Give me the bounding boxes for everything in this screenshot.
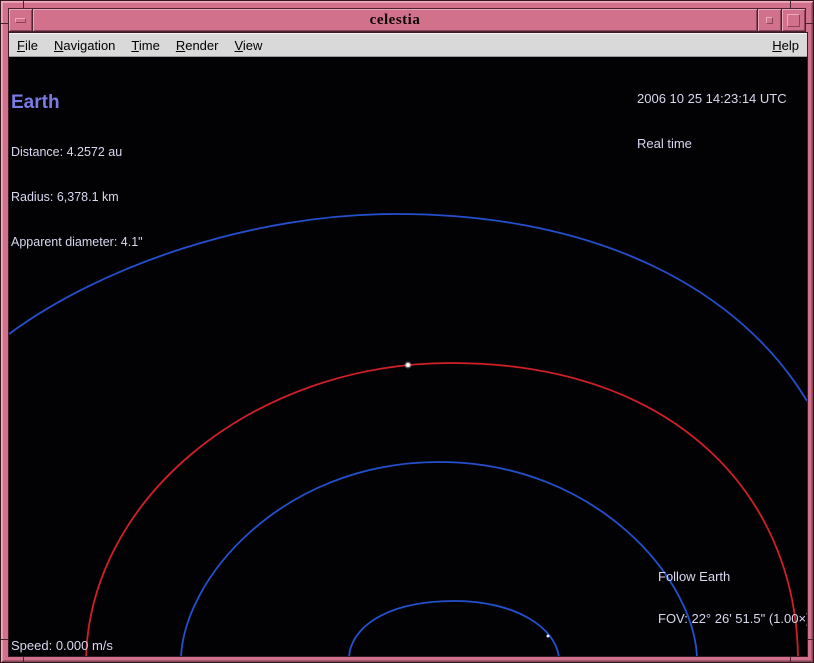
selection-name: Earth [11, 92, 143, 113]
minimize-icon [766, 17, 773, 24]
mercury-orbit [349, 601, 559, 656]
maximize-button[interactable] [782, 9, 805, 31]
menu-render[interactable]: Render [176, 38, 219, 53]
selection-apparent-diameter: Apparent diameter: 4.1" [11, 235, 143, 250]
follow-mode: Follow Earth [658, 570, 807, 584]
inner-planet-marker[interactable] [547, 635, 550, 638]
window-menu-icon [15, 18, 26, 23]
resize-corner-left-top[interactable] [1, 23, 8, 24]
space-viewport[interactable]: Earth Distance: 4.2572 au Radius: 6,378.… [9, 57, 807, 656]
menu-help[interactable]: Help [772, 38, 799, 53]
resize-corner-right-bottom[interactable] [806, 639, 813, 640]
resize-corner-bottom-left[interactable] [23, 655, 24, 662]
selection-radius: Radius: 6,378.1 km [11, 190, 143, 205]
resize-corner-right-top[interactable] [806, 23, 813, 24]
minimize-button[interactable] [758, 9, 781, 31]
resize-corner-left-bottom[interactable] [1, 639, 8, 640]
selection-info: Earth Distance: 4.2572 au Radius: 6,378.… [11, 62, 143, 280]
maximize-icon [787, 14, 800, 27]
frame-info: Follow Earth FOV: 22° 26' 51.5" (1.00×) [658, 542, 807, 654]
speed-readout: Speed: 0.000 m/s [11, 638, 113, 653]
venus-orbit [181, 462, 697, 656]
window-title[interactable]: celestia [33, 9, 757, 31]
menu-file[interactable]: File [17, 38, 38, 53]
menu-bar: File Navigation Time Render View Help [9, 33, 807, 57]
client-area: File Navigation Time Render View Help Ea… [9, 33, 807, 656]
window-menu-button[interactable] [9, 9, 32, 31]
menu-time[interactable]: Time [131, 38, 159, 53]
menu-view[interactable]: View [234, 38, 262, 53]
time-mode: Real time [637, 136, 787, 151]
resize-corner-bottom-right[interactable] [790, 655, 791, 662]
resize-corner-top-right[interactable] [790, 1, 791, 8]
datetime-utc: 2006 10 25 14:23:14 UTC [637, 91, 787, 106]
celestia-window: celestia File Navigation Time Render Vie… [0, 0, 814, 663]
fov-readout: FOV: 22° 26' 51.5" (1.00×) [658, 612, 807, 626]
resize-corner-top-left[interactable] [23, 1, 24, 8]
time-info: 2006 10 25 14:23:14 UTC Real time [637, 61, 787, 181]
selection-distance: Distance: 4.2572 au [11, 145, 143, 160]
menu-navigation[interactable]: Navigation [54, 38, 115, 53]
earth-marker[interactable] [406, 363, 410, 367]
title-bar: celestia [8, 8, 806, 32]
